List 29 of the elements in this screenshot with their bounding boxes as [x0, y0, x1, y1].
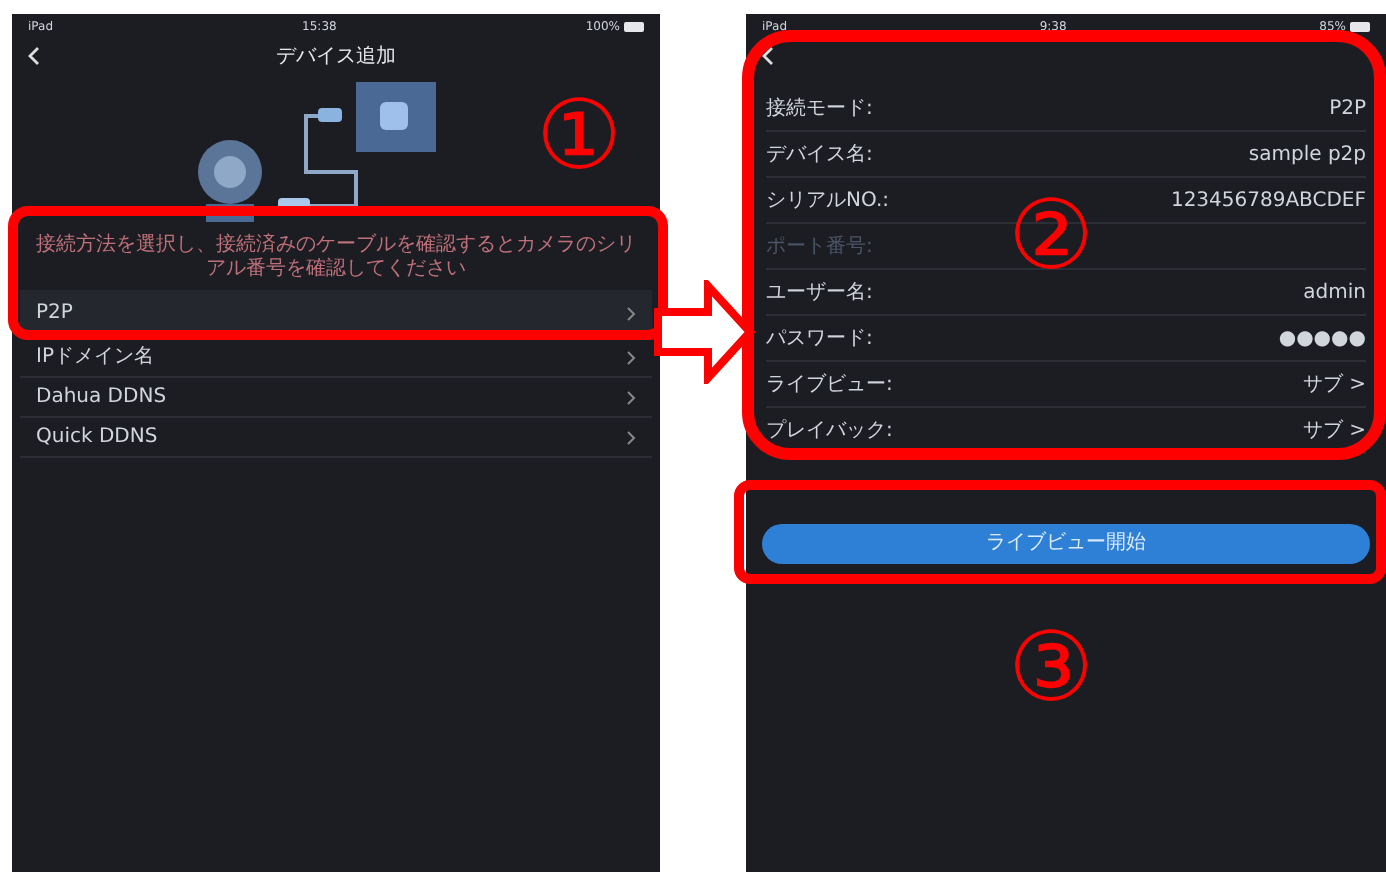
battery-icon	[1350, 21, 1370, 31]
chevron-icon	[626, 349, 636, 365]
field-label: デバイス名:	[766, 141, 873, 169]
battery-icon	[624, 21, 644, 31]
chevron-icon	[626, 305, 636, 321]
step-number: ②	[1008, 188, 1095, 284]
field-label: パスワード:	[766, 325, 873, 353]
field-value[interactable]: サブ >	[1302, 369, 1366, 399]
field-label: シリアルNO.:	[766, 187, 889, 215]
chevron-icon	[626, 389, 636, 405]
field-value[interactable]: admin	[1303, 277, 1366, 307]
field-value[interactable]: sample p2p	[1248, 139, 1366, 169]
screen-title: デバイス追加	[276, 43, 396, 71]
arrow-icon	[652, 280, 756, 384]
field-label: ポート番号:	[766, 233, 873, 261]
field-label: 接続モード:	[766, 95, 873, 123]
field-label: プレイバック:	[766, 417, 893, 445]
chevron-icon	[626, 429, 636, 445]
back-icon[interactable]	[28, 46, 40, 66]
field-value[interactable]: P2P	[1329, 93, 1366, 123]
step-number: ③	[1008, 620, 1095, 716]
field-label: ライブビュー:	[766, 371, 893, 399]
field-label: ユーザー名:	[766, 279, 873, 307]
hint-text: 接続方法を選択し、接続済みのケーブルを確認するとカメラのシリアル番号を確認してください	[36, 234, 636, 282]
field-value[interactable]: 123456789ABCDEF	[1170, 185, 1366, 215]
step-number: ①	[536, 88, 623, 184]
field-value[interactable]: サブ >	[1302, 415, 1366, 445]
back-icon[interactable]	[762, 46, 774, 66]
field-value[interactable]: ●●●●●	[1278, 323, 1366, 353]
